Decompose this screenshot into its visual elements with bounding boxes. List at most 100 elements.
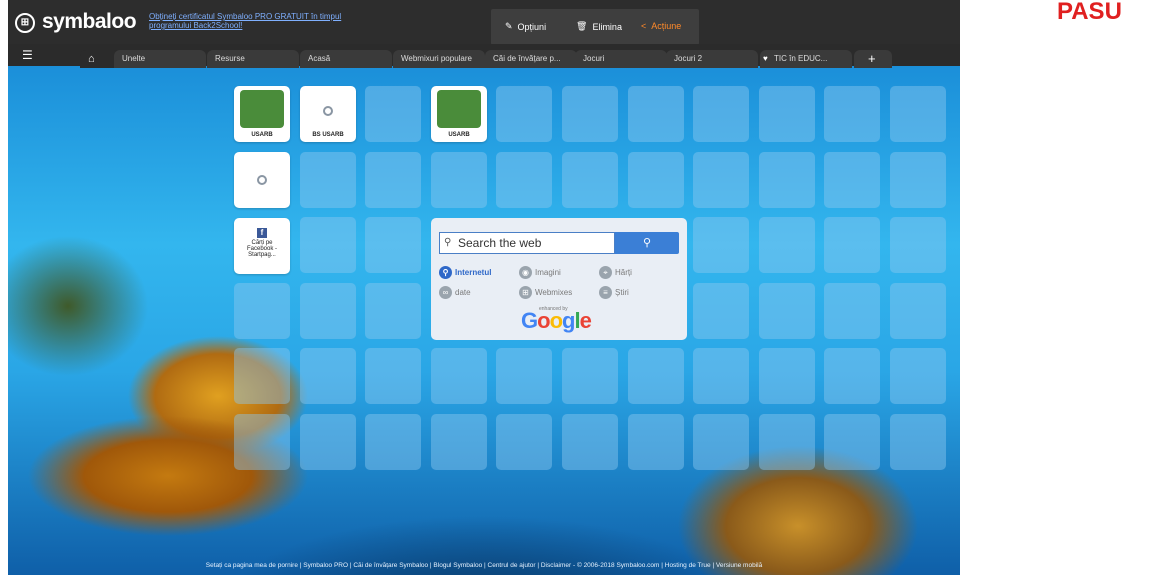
tab-acasa[interactable]: Acasă — [300, 50, 392, 68]
empty-tile[interactable] — [693, 217, 750, 274]
empty-tile[interactable] — [365, 282, 422, 339]
empty-tile[interactable] — [234, 414, 290, 470]
globe-icon — [257, 175, 267, 185]
empty-tile[interactable] — [824, 348, 881, 405]
overlay-heading: PASU — [1057, 0, 1122, 25]
tile-usarb-1[interactable]: USARB — [234, 86, 290, 142]
empty-tile[interactable] — [562, 348, 618, 405]
list-view-icon[interactable]: ☰ — [22, 48, 33, 62]
empty-tile[interactable] — [627, 414, 684, 470]
empty-tile[interactable] — [890, 86, 946, 142]
search-option-maps[interactable]: ⌖ Hărți — [599, 266, 632, 279]
tile-facebook-books[interactable]: f Cărți pe Facebook - Startpag... — [234, 218, 290, 274]
tab-webmixuri-populare[interactable]: Webmixuri populare — [393, 50, 485, 68]
empty-tile[interactable] — [299, 348, 356, 405]
tile-bs-usarb[interactable]: BS USARB — [300, 86, 356, 142]
empty-tile[interactable] — [299, 282, 356, 339]
tile-globe[interactable] — [234, 152, 290, 208]
app-logo[interactable]: symbaloo — [42, 10, 137, 34]
footer-links[interactable]: Setați ca pagina mea de pornire | Symbal… — [8, 556, 960, 575]
tab-unelte[interactable]: Unelte — [114, 50, 206, 68]
google-logo: Google — [521, 308, 592, 333]
search-icon: ⚲ — [439, 266, 452, 279]
action-button[interactable]: < Acțiune — [641, 21, 681, 31]
search-option-images[interactable]: ◉ Imagini — [519, 266, 561, 279]
empty-tile[interactable] — [430, 348, 487, 405]
empty-tile[interactable] — [430, 151, 487, 208]
empty-tile[interactable] — [496, 414, 553, 470]
empty-tile[interactable] — [693, 414, 750, 470]
empty-tile[interactable] — [693, 348, 750, 405]
empty-tile[interactable] — [562, 86, 618, 142]
home-icon: ⌂ — [88, 53, 95, 65]
tab-tic-in-educ[interactable]: ♥ TIC în EDUC... — [760, 50, 852, 68]
empty-tile[interactable] — [299, 414, 356, 470]
empty-tile[interactable] — [365, 348, 422, 405]
empty-tile[interactable] — [824, 86, 881, 142]
facebook-icon: f — [257, 228, 267, 238]
options-button[interactable]: ✎ Opțiuni — [505, 21, 546, 32]
empty-tile[interactable] — [627, 86, 684, 142]
empty-tile[interactable] — [693, 151, 750, 208]
empty-tile[interactable] — [758, 151, 815, 208]
search-input[interactable]: ⚲ Search the web — [439, 232, 615, 254]
empty-tile[interactable] — [890, 282, 946, 339]
grid-logo-icon[interactable]: ⊞ — [15, 13, 35, 33]
empty-tile[interactable] — [365, 86, 422, 142]
empty-tile[interactable] — [496, 151, 553, 208]
empty-tile[interactable] — [824, 414, 881, 470]
share-icon: < — [641, 21, 647, 31]
empty-tile[interactable] — [890, 151, 946, 208]
search-icon: ⚲ — [642, 237, 652, 249]
search-option-internet[interactable]: ⚲ Internetul — [439, 266, 491, 279]
symbaloo-app: ⊞ symbaloo Obțineți certificatul Symbalo… — [8, 0, 960, 575]
empty-tile[interactable] — [758, 348, 815, 405]
empty-tile[interactable] — [299, 217, 356, 274]
search-button[interactable]: ⚲ — [615, 232, 679, 254]
empty-tile[interactable] — [758, 282, 815, 339]
tab-bar: ☰ ⌂ Unelte Resurse Acasă Webmixuri popul… — [8, 44, 960, 68]
empty-tile[interactable] — [627, 348, 684, 405]
empty-tile[interactable] — [430, 414, 487, 470]
usarb-logo-icon — [240, 90, 284, 128]
empty-tile[interactable] — [758, 86, 815, 142]
search-option-news[interactable]: ≡ Știri — [599, 286, 629, 299]
trash-icon: 🗑 — [576, 21, 588, 31]
empty-tile[interactable] — [824, 151, 881, 208]
empty-tile[interactable] — [365, 217, 422, 274]
empty-tile[interactable] — [562, 414, 618, 470]
search-widget: ⚲ Search the web ⚲ ⚲ Internetul ◉ Imagini … — [431, 218, 687, 340]
tab-jocuri[interactable]: Jocuri — [575, 50, 667, 68]
empty-tile[interactable] — [890, 348, 946, 405]
empty-tile[interactable] — [365, 414, 422, 470]
empty-tile[interactable] — [365, 151, 422, 208]
search-option-webmixes[interactable]: ⊞ Webmixes — [519, 286, 572, 299]
empty-tile[interactable] — [890, 414, 946, 470]
tab-jocuri-2[interactable]: Jocuri 2 — [666, 50, 758, 68]
empty-tile[interactable] — [234, 348, 290, 405]
grid-icon: ⊞ — [519, 286, 532, 299]
search-icon: ⚲ — [444, 237, 452, 248]
empty-tile[interactable] — [627, 151, 684, 208]
tab-cai-de-invatare[interactable]: Căi de învățare p... — [485, 50, 577, 68]
search-option-date[interactable]: ∞ date — [439, 286, 471, 299]
promo-link[interactable]: Obțineți certificatul Symbaloo PRO GRATU… — [149, 12, 349, 30]
top-bar: ⊞ symbaloo Obțineți certificatul Symbalo… — [8, 0, 960, 45]
empty-tile[interactable] — [824, 282, 881, 339]
delete-button[interactable]: 🗑 Elimina — [576, 21, 622, 32]
empty-tile[interactable] — [890, 217, 946, 274]
tile-usarb-2[interactable]: USARB — [431, 86, 487, 142]
pencil-icon: ✎ — [505, 21, 513, 31]
empty-tile[interactable] — [496, 348, 553, 405]
empty-tile[interactable] — [758, 217, 815, 274]
add-tab-button[interactable]: + — [854, 50, 892, 68]
empty-tile[interactable] — [824, 217, 881, 274]
empty-tile[interactable] — [234, 282, 290, 339]
tab-resurse[interactable]: Resurse — [207, 50, 299, 68]
empty-tile[interactable] — [693, 282, 750, 339]
empty-tile[interactable] — [299, 151, 356, 208]
empty-tile[interactable] — [562, 151, 618, 208]
empty-tile[interactable] — [693, 86, 750, 142]
empty-tile[interactable] — [758, 414, 815, 470]
empty-tile[interactable] — [496, 86, 553, 142]
